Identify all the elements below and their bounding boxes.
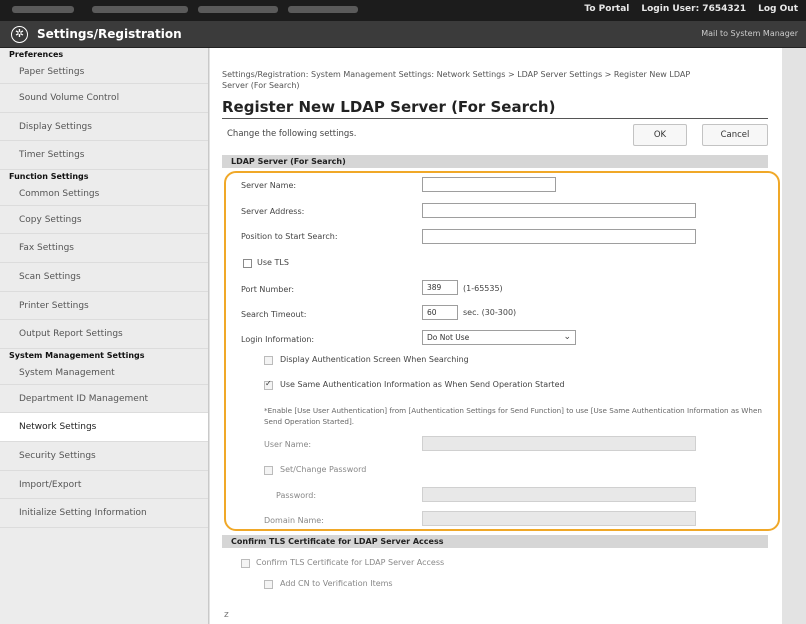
instruction-text: Change the following settings. [227,129,357,139]
settings-logo-icon: ✲ [11,26,28,43]
ok-button[interactable]: OK [633,124,687,146]
section-confirm-tls: Confirm TLS Certificate for LDAP Server … [222,535,768,548]
add-cn-checkbox[interactable] [264,580,273,589]
login-user-text: Login User: 7654321 [641,4,747,14]
highlight-frame [224,171,780,531]
sidebar-item-sound-volume[interactable]: Sound Volume Control [0,84,208,113]
sidebar-item-common-settings[interactable]: Common Settings [0,184,208,206]
mail-to-manager-link[interactable]: Mail to System Manager [701,29,798,38]
sidebar-item-output-report[interactable]: Output Report Settings [0,320,208,349]
sidebar-item-network-settings[interactable]: Network Settings [0,413,208,442]
sidebar-head-preferences: Preferences [9,50,64,59]
cancel-button[interactable]: Cancel [702,124,768,146]
page-title: Register New LDAP Server (For Search) [222,98,556,116]
to-portal-link[interactable]: To Portal [584,4,629,14]
page-header-title: Settings/Registration [37,27,182,41]
add-cn-label: Add CN to Verification Items [280,579,393,588]
breadcrumb: Settings/Registration: System Management… [222,70,691,79]
sidebar-item-copy-settings[interactable]: Copy Settings [0,206,208,235]
confirm-tls-checkbox[interactable] [241,559,250,568]
sidebar-item-paper-settings[interactable]: Paper Settings [0,62,208,84]
top-bar: To Portal Login User: 7654321 Log Out [0,0,806,21]
sidebar-item-timer-settings[interactable]: Timer Settings [0,141,208,170]
confirm-tls-label: Confirm TLS Certificate for LDAP Server … [256,558,445,567]
sidebar: Preferences Paper Settings Sound Volume … [0,48,209,624]
bottom-mark: z [224,610,229,620]
sidebar-item-display-settings[interactable]: Display Settings [0,113,208,142]
blurred-text [12,6,74,13]
sidebar-item-printer-settings[interactable]: Printer Settings [0,292,208,321]
blurred-text [92,6,188,13]
sidebar-item-initialize[interactable]: Initialize Setting Information [0,499,208,528]
sidebar-item-import-export[interactable]: Import/Export [0,471,208,500]
logout-link[interactable]: Log Out [758,4,798,14]
sidebar-head-system: System Management Settings [9,350,145,360]
title-bar: ✲ Settings/Registration Mail to System M… [0,21,806,48]
blurred-text [198,6,278,13]
blurred-text [288,6,358,13]
sidebar-item-department-id[interactable]: Department ID Management [0,385,208,414]
title-divider [222,118,768,119]
section-ldap-server: LDAP Server (For Search) [222,155,768,168]
sidebar-item-scan-settings[interactable]: Scan Settings [0,263,208,292]
breadcrumb-continued: Server (For Search) [222,81,300,90]
sidebar-item-fax-settings[interactable]: Fax Settings [0,234,208,263]
sidebar-item-security-settings[interactable]: Security Settings [0,442,208,471]
sidebar-head-function: Function Settings [9,171,89,181]
sidebar-item-system-management[interactable]: System Management [0,363,208,385]
right-gutter [782,48,806,624]
